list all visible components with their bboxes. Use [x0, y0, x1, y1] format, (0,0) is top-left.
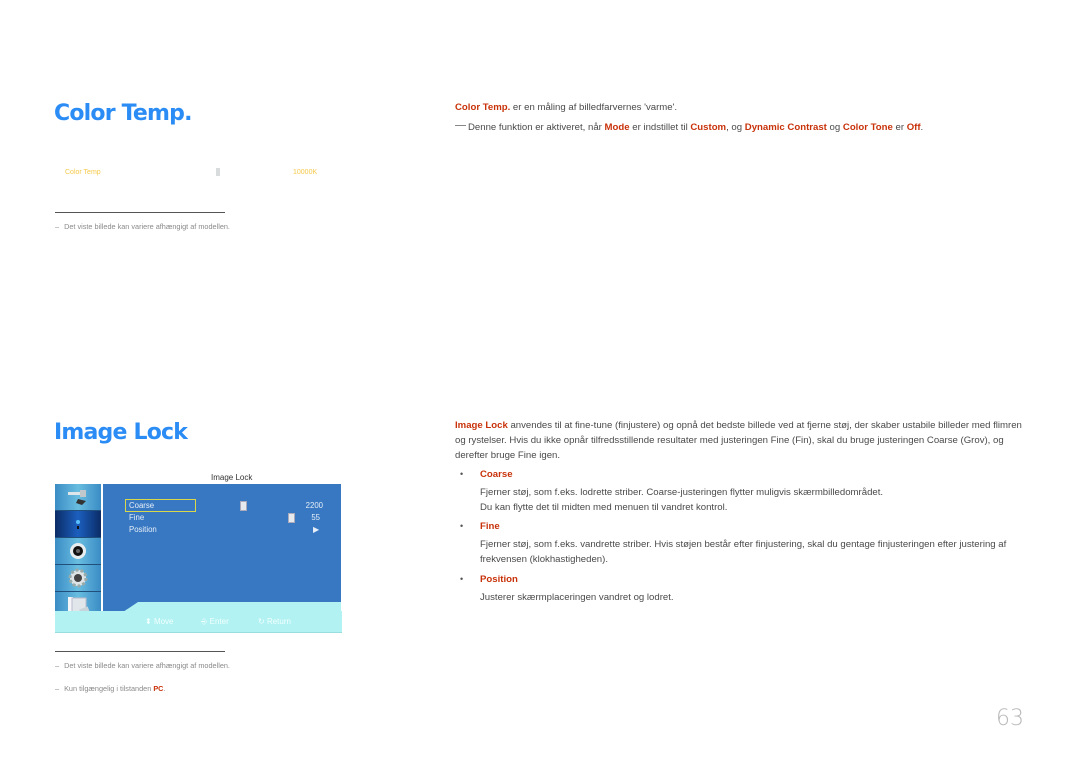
image-lock-bullet-list: • Coarse Fjerner støj, som f.eks. lodret… — [455, 469, 1035, 609]
dash-icon: – — [55, 661, 60, 670]
position-arrow-icon[interactable]: ▶ — [313, 525, 319, 534]
bullet-icon: • — [460, 521, 464, 531]
color-temp-slider-handle[interactable] — [216, 168, 220, 176]
color-temp-condition-note: Denne funktion er aktiveret, når Mode er… — [455, 120, 1055, 135]
setup-gear-icon — [68, 568, 88, 588]
image-lock-heading: Image Lock — [54, 420, 188, 445]
enter-hint: ⎆ Enter — [201, 617, 229, 626]
bullet-item: • Position Justerer skærmplaceringen van… — [460, 574, 674, 603]
bullet-item: • Coarse Fjerner støj, som f.eks. lodret… — [460, 469, 884, 513]
image-lock-description: Image Lock anvendes til at fine-tune (fi… — [455, 420, 1022, 461]
image-lock-osd: Coarse 2200 Fine 55 Position ▶ ⬍ Move ⎆ … — [55, 484, 342, 634]
color-temp-description: Color Temp. er en måling af billedfarver… — [455, 102, 678, 113]
enter-icon: ⎆ — [201, 617, 208, 626]
dash-icon: – — [55, 222, 60, 231]
fine-slider-handle[interactable] — [288, 513, 295, 523]
sound-icon — [70, 543, 86, 559]
osd-side-picture[interactable] — [55, 511, 101, 538]
osd-side-input[interactable] — [55, 484, 101, 511]
bullet-icon: • — [460, 469, 464, 479]
color-temp-osd-label: Color Temp — [65, 169, 101, 176]
osd-main-panel: Coarse 2200 Fine 55 Position ▶ — [103, 484, 341, 612]
fine-value: 55 — [311, 513, 320, 522]
color-temp-osd-value: 10000K — [293, 169, 318, 176]
bullet-item: • Fine Fjerner støj, som f.eks. vandrett… — [460, 521, 1007, 565]
osd-sidebar — [55, 484, 101, 621]
osd-item-position[interactable]: Position — [129, 525, 157, 534]
dash-icon: – — [55, 684, 60, 693]
return-icon: ↻ — [258, 617, 265, 626]
image-lock-note-2: – Kun tilgængelig i tilstanden PC. — [55, 684, 166, 693]
color-temp-heading: Color Temp. — [54, 101, 192, 126]
color-temp-note: – Det viste billede kan variere afhængigt… — [55, 222, 230, 231]
osd-item-coarse[interactable]: Coarse — [129, 501, 154, 510]
page-number: 63 — [996, 706, 1024, 731]
note-dash-icon — [455, 125, 466, 126]
divider — [55, 651, 225, 652]
osd-title: Image Lock — [211, 473, 253, 482]
picture-icon — [76, 520, 80, 529]
input-plug-icon — [68, 490, 86, 505]
updown-arrow-icon: ⬍ — [145, 617, 152, 626]
image-lock-note-1: – Det viste billede kan variere afhængigt… — [55, 661, 230, 670]
coarse-value: 2200 — [305, 501, 323, 510]
bullet-icon: • — [460, 574, 464, 584]
osd-side-sound[interactable] — [55, 538, 101, 565]
coarse-slider-handle[interactable] — [240, 501, 247, 511]
osd-footer: ⬍ Move ⎆ Enter ↻ Return — [55, 611, 342, 633]
osd-side-setup[interactable] — [55, 565, 101, 592]
return-hint: ↻ Return — [258, 617, 291, 626]
divider — [55, 212, 225, 213]
move-hint: ⬍ Move — [145, 617, 174, 626]
osd-item-fine[interactable]: Fine — [129, 513, 144, 522]
